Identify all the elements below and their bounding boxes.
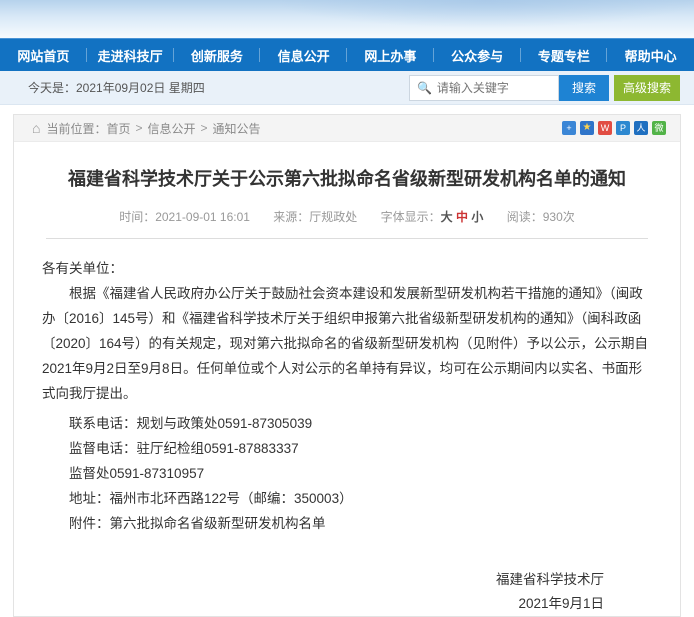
share-toolbar: + ★ W P 人 微 [558,121,666,135]
meta-source: 来源：厅规政处 [273,210,358,224]
contact-block: 联系电话：规划与政策处0591-87305039 监督电话：驻厅纪检组0591-… [42,411,652,536]
font-size-control: 字体显示：大 中 小 [381,210,484,224]
search-icon: 🔍 [416,80,432,95]
article: 福建省科学技术厅关于公示第六批拟命名省级新型研发机构名单的通知 时间：2021-… [14,142,680,616]
nav-item-info-disclosure[interactable]: 信息公开 [260,39,347,71]
font-size-label: 字体显示： [380,210,441,224]
page-title: 福建省科学技术厅关于公示第六批拟命名省级新型研发机构名单的通知 [68,169,626,189]
date-search-bar: 今天是：2021年09月02日 星期四 🔍 搜索 高级搜索 [0,71,694,105]
breadcrumb-item-home[interactable]: 首页 [106,120,130,137]
search-button[interactable]: 搜索 [558,74,609,101]
breadcrumb-item-notices[interactable]: 通知公告 [213,120,261,137]
salutation-text: 各有关单位： [42,261,123,276]
nav-item-about-department[interactable]: 走进科技厅 [87,39,174,71]
search-input[interactable] [436,80,551,95]
nav-item-special-topics[interactable]: 专题专栏 [521,39,608,71]
site-banner [0,0,694,38]
nav-item-public-participation[interactable]: 公众参与 [434,39,521,71]
breadcrumb: ⌂ 当前位置： 首页 > 信息公开 > 通知公告 [32,120,261,137]
share-people-icon[interactable]: 人 [634,121,648,135]
current-date-text: 今天是：2021年09月02日 星期四 [28,81,205,95]
breadcrumb-separator: > [200,121,208,135]
breadcrumb-prefix: 当前位置： [46,121,107,136]
meta-divider [46,238,648,239]
nav-item-innovation-services[interactable]: 创新服务 [174,39,261,71]
search-group: 🔍 搜索 高级搜索 [408,74,680,101]
signature-block: 福建省科学技术厅 2021年9月1日 [42,568,652,616]
body-text: 根据《福建省人民政府办公厅关于鼓励社会资本建设和发展新型研发机构若干措施的通知》… [42,286,649,401]
supervision-phone-text: 监督电话：驻厅纪检组0591-87883337 [69,441,299,456]
nav-item-online-services[interactable]: 网上办事 [347,39,434,71]
font-size-small-button[interactable]: 小 [471,210,483,224]
advanced-search-button[interactable]: 高级搜索 [613,74,680,101]
signer-name: 福建省科学技术厅 [496,572,604,587]
attachment-text: 附件：第六批拟命名省级新型研发机构名单 [69,516,326,531]
article-meta: 时间：2021-09-01 16:01 来源：厅规政处 字体显示：大 中 小 阅… [42,208,652,225]
breadcrumb-bar: ⌂ 当前位置： 首页 > 信息公开 > 通知公告 + ★ W P 人 微 [14,115,680,142]
meta-views: 阅读：930次 [506,210,575,224]
address-text: 地址：福州市北环西路122号（邮编：350003） [69,491,353,506]
search-box: 🔍 [408,74,559,101]
supervision-office-text: 监督处0591-87310957 [69,466,205,481]
nav-item-home[interactable]: 网站首页 [0,39,87,71]
signature-date: 2021年9月1日 [518,596,604,611]
share-wechat-icon[interactable]: 微 [652,121,666,135]
contact-phone-text: 联系电话：规划与政策处0591-87305039 [69,416,313,431]
home-icon: ⌂ [32,120,41,136]
font-size-medium-button[interactable]: 中 [456,210,468,224]
share-favorite-icon[interactable]: ★ [580,121,594,135]
content-panel: ⌂ 当前位置： 首页 > 信息公开 > 通知公告 + ★ W P 人 微 福建省… [13,114,681,617]
share-weibo-icon[interactable]: W [598,121,612,135]
share-qq-icon[interactable]: P [616,121,630,135]
share-add-icon[interactable]: + [562,121,576,135]
meta-time: 时间：2021-09-01 16:01 [119,210,250,224]
main-navigation: 网站首页 走进科技厅 创新服务 信息公开 网上办事 公众参与 专题专栏 帮助中心 [0,38,694,71]
nav-item-help-center[interactable]: 帮助中心 [607,39,694,71]
font-size-large-button[interactable]: 大 [441,210,453,224]
breadcrumb-separator: > [135,121,143,135]
breadcrumb-item-info-disclosure[interactable]: 信息公开 [148,120,196,137]
